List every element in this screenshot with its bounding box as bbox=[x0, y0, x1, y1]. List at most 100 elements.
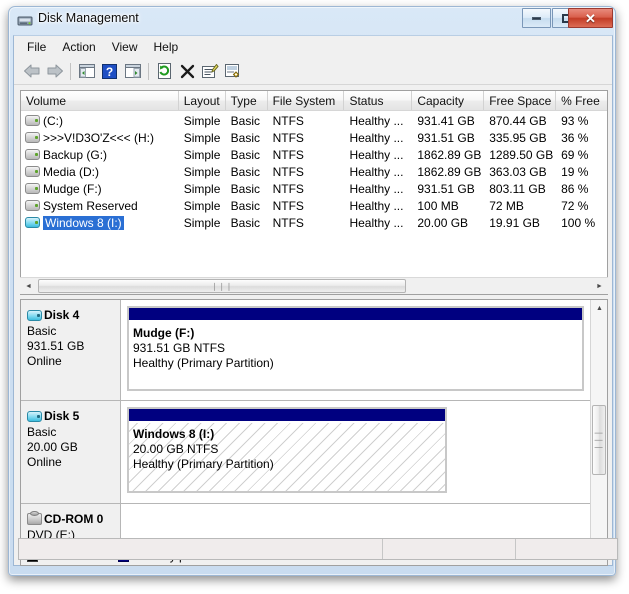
menu-item-file[interactable]: File bbox=[19, 38, 54, 56]
column-header-free-space[interactable]: Free Space bbox=[484, 91, 557, 110]
drive-icon bbox=[25, 183, 40, 194]
table-row[interactable]: (C:) Simple Basic NTFS Healthy ... 931.4… bbox=[21, 112, 607, 129]
partition-status: Healthy (Primary Partition) bbox=[133, 356, 274, 370]
disk-pane-vertical-scrollbar[interactable]: ▲ ❘❘❘ ▼ bbox=[590, 300, 607, 565]
table-row[interactable]: System Reserved Simple Basic NTFS Health… bbox=[21, 197, 607, 214]
help-icon: ? bbox=[102, 63, 117, 79]
cell-capacity: 20.00 GB bbox=[417, 215, 469, 230]
cell-percent-free: 100 % bbox=[561, 215, 596, 230]
scroll-grip-icon: ❘❘❘ bbox=[211, 281, 233, 291]
volume-label: Media (D:) bbox=[43, 164, 100, 179]
disk-row-disk-4[interactable]: Disk 4 Basic 931.51 GB Online Mudge (F:)… bbox=[21, 300, 590, 401]
table-row[interactable]: >>>V!D3O'Z<<< (H:) Simple Basic NTFS Hea… bbox=[21, 129, 607, 146]
disk-title: CD-ROM 0 bbox=[27, 511, 120, 526]
back-button[interactable] bbox=[20, 60, 43, 82]
column-header-status[interactable]: Status bbox=[344, 91, 413, 110]
disk-list: Disk 4 Basic 931.51 GB Online Mudge (F:)… bbox=[21, 300, 590, 565]
cell-volume: Media (D:) bbox=[21, 165, 179, 179]
disk-title: Disk 4 bbox=[27, 308, 120, 322]
cell-status: Healthy ... bbox=[349, 198, 404, 213]
menu-item-action[interactable]: Action bbox=[54, 38, 103, 56]
disk-graphical-pane: Disk 4 Basic 931.51 GB Online Mudge (F:)… bbox=[20, 299, 608, 566]
volume-list[interactable]: Volume Layout Type File System Status Ca… bbox=[20, 90, 608, 295]
column-header-file-system[interactable]: File System bbox=[268, 91, 345, 110]
table-row[interactable]: Media (D:) Simple Basic NTFS Healthy ...… bbox=[21, 163, 607, 180]
partition-block[interactable]: Mudge (F:) 931.51 GB NTFS Healthy (Prima… bbox=[127, 306, 584, 391]
column-header-percent-free[interactable]: % Free bbox=[556, 91, 607, 110]
cell-type: Basic bbox=[230, 181, 260, 196]
disk-icon bbox=[27, 410, 42, 422]
forward-button[interactable] bbox=[43, 60, 66, 82]
cell-status: Healthy ... bbox=[349, 113, 404, 128]
cell-file-system: NTFS bbox=[272, 147, 304, 162]
volume-label: (C:) bbox=[43, 113, 63, 128]
status-bar bbox=[18, 538, 618, 560]
cell-free-space: 803.11 GB bbox=[489, 181, 546, 196]
disk-info-disk-5: Disk 5 Basic 20.00 GB Online bbox=[21, 401, 121, 503]
column-header-layout[interactable]: Layout bbox=[179, 91, 226, 110]
table-row[interactable]: Mudge (F:) Simple Basic NTFS Healthy ...… bbox=[21, 180, 607, 197]
properties-icon bbox=[202, 63, 219, 78]
disk-row-disk-5[interactable]: Disk 5 Basic 20.00 GB Online Windows 8 (… bbox=[21, 401, 590, 504]
show-hide-console-tree-button[interactable] bbox=[75, 60, 98, 82]
scroll-right-button[interactable]: ► bbox=[591, 278, 608, 294]
volume-rows: (C:) Simple Basic NTFS Healthy ... 931.4… bbox=[21, 112, 607, 231]
rescan-disks-button[interactable] bbox=[222, 60, 245, 82]
window-title: Disk Management bbox=[38, 11, 139, 25]
title-bar[interactable]: Disk Management ✕ bbox=[9, 7, 615, 35]
vertical-scroll-thumb[interactable]: ❘❘❘ bbox=[592, 405, 606, 475]
column-header-type[interactable]: Type bbox=[226, 91, 268, 110]
cell-volume: Mudge (F:) bbox=[21, 182, 179, 196]
scroll-left-button[interactable]: ◄ bbox=[20, 278, 37, 294]
cell-type: Basic bbox=[230, 164, 260, 179]
toolbar: ? bbox=[14, 58, 612, 85]
disk-graphic-disk-4: Mudge (F:) 931.51 GB NTFS Healthy (Prima… bbox=[121, 300, 590, 400]
cell-file-system: NTFS bbox=[272, 164, 304, 179]
close-button[interactable]: ✕ bbox=[568, 8, 613, 28]
scroll-up-button[interactable]: ▲ bbox=[591, 300, 607, 317]
cell-layout: Simple bbox=[183, 181, 221, 196]
table-row[interactable]: Windows 8 (I:) Simple Basic NTFS Healthy… bbox=[21, 214, 607, 231]
partition-label: Mudge (F:) bbox=[133, 326, 195, 340]
show-hide-action-pane-button[interactable] bbox=[121, 60, 144, 82]
cell-type: Basic bbox=[230, 147, 260, 162]
cell-layout: Simple bbox=[183, 147, 221, 162]
cell-free-space: 335.95 GB bbox=[489, 130, 547, 145]
disk-name: Disk 5 bbox=[44, 409, 80, 423]
column-header-volume[interactable]: Volume bbox=[21, 91, 179, 110]
cell-volume: Windows 8 (I:) bbox=[21, 215, 179, 230]
delete-icon bbox=[180, 64, 195, 78]
partition-block[interactable]: Windows 8 (I:) 20.00 GB NTFS Healthy (Pr… bbox=[127, 407, 447, 493]
disk-icon bbox=[27, 309, 42, 321]
minimize-button[interactable] bbox=[522, 8, 551, 28]
cell-volume: >>>V!D3O'Z<<< (H:) bbox=[21, 131, 179, 145]
cell-type: Basic bbox=[230, 113, 260, 128]
cell-file-system: NTFS bbox=[272, 181, 304, 196]
cell-percent-free: 93 % bbox=[561, 113, 589, 128]
help-button[interactable]: ? bbox=[98, 60, 121, 82]
volume-label: Backup (G:) bbox=[43, 147, 108, 162]
menu-item-help[interactable]: Help bbox=[146, 38, 187, 56]
column-header-capacity[interactable]: Capacity bbox=[412, 91, 485, 110]
disk-name: CD-ROM 0 bbox=[44, 512, 104, 526]
horizontal-scroll-thumb[interactable]: ❘❘❘ bbox=[38, 279, 406, 293]
drive-icon bbox=[25, 149, 40, 160]
delete-button[interactable] bbox=[176, 60, 199, 82]
forward-arrow-icon bbox=[47, 64, 63, 78]
volume-label: >>>V!D3O'Z<<< (H:) bbox=[43, 130, 155, 145]
minimize-icon bbox=[523, 9, 550, 27]
cell-status: Healthy ... bbox=[349, 181, 404, 196]
volume-list-horizontal-scrollbar[interactable]: ◄ ❘❘❘ ► bbox=[20, 277, 608, 294]
refresh-button[interactable] bbox=[153, 60, 176, 82]
partition-size-fs: 20.00 GB NTFS bbox=[133, 442, 219, 456]
cell-volume: (C:) bbox=[21, 114, 179, 128]
drive-icon bbox=[25, 132, 40, 143]
properties-button[interactable] bbox=[199, 60, 222, 82]
menu-item-view[interactable]: View bbox=[104, 38, 146, 56]
cell-layout: Simple bbox=[183, 198, 221, 213]
drive-icon bbox=[25, 166, 40, 177]
cell-type: Basic bbox=[230, 130, 260, 145]
cell-layout: Simple bbox=[183, 164, 221, 179]
table-row[interactable]: Backup (G:) Simple Basic NTFS Healthy ..… bbox=[21, 146, 607, 163]
disk-size: 931.51 GB bbox=[27, 339, 85, 353]
